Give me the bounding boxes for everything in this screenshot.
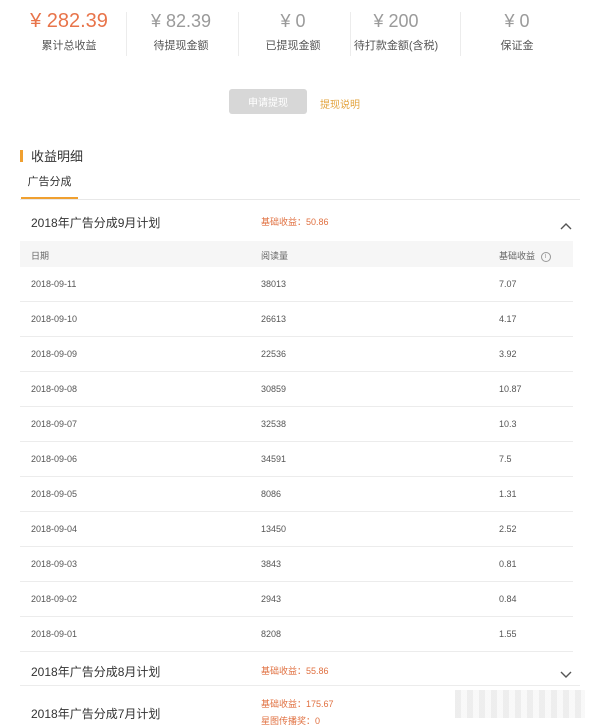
table-row: 2018-09-02 2943 0.84 — [20, 582, 573, 617]
cell-reads: 34591 — [261, 454, 287, 464]
column-header-income-label: 基础收益 — [499, 251, 536, 261]
stat-amount: ¥ 200 — [373, 11, 419, 31]
cell-date: 2018-09-03 — [31, 559, 78, 569]
earnings-summary: ¥ 282.39 累计总收益 ¥ 82.39 待提现金额 ¥ 0 已提现金额 ¥… — [0, 0, 600, 70]
cell-income: 4.17 — [499, 314, 517, 324]
cell-income: 0.81 — [499, 559, 517, 569]
cell-reads: 3843 — [261, 559, 282, 569]
cell-income: 2.52 — [499, 524, 517, 534]
cell-income: 3.92 — [499, 349, 517, 359]
table-row: 2018-09-11 38013 7.07 — [20, 267, 573, 302]
tab-ad-revenue[interactable]: 广告分成 — [21, 173, 78, 199]
accent-bar — [20, 149, 23, 162]
stat-label: 已提现金额 — [265, 40, 321, 52]
cell-date: 2018-09-08 — [31, 384, 78, 394]
table-row: 2018-09-08 30859 10.87 — [20, 372, 573, 407]
table-row: 2018-09-01 8208 1.55 — [20, 617, 573, 652]
stat-amount: ¥ 0 — [280, 11, 306, 31]
cell-income: 10.3 — [499, 419, 517, 429]
column-header-date: 日期 — [31, 251, 50, 261]
plan-income: 基础收益：50.86 — [261, 217, 329, 227]
cell-income: 1.31 — [499, 489, 517, 499]
cell-reads: 8086 — [261, 489, 282, 499]
cell-date: 2018-09-04 — [31, 524, 78, 534]
cell-reads: 22536 — [261, 349, 287, 359]
cell-reads: 13450 — [261, 524, 287, 534]
cell-reads: 26613 — [261, 314, 287, 324]
cell-date: 2018-09-02 — [31, 594, 78, 604]
stat-label: 累计总收益 — [41, 40, 97, 52]
plan-header-august[interactable]: 2018年广告分成8月计划 基础收益：55.86 — [20, 652, 580, 686]
stat-amount: ¥ 282.39 — [30, 10, 108, 32]
column-header-reads: 阅读量 — [261, 251, 289, 261]
chevron-down-icon[interactable] — [560, 666, 572, 678]
cell-reads: 8208 — [261, 629, 282, 639]
cell-date: 2018-09-01 — [31, 629, 78, 639]
table-row: 2018-09-04 13450 2.52 — [20, 512, 573, 547]
table-row: 2018-09-03 3843 0.81 — [20, 547, 573, 582]
stat-deposit: ¥ 0 保证金 — [461, 0, 573, 53]
info-icon[interactable]: i — [540, 251, 551, 262]
cell-date: 2018-09-10 — [31, 314, 78, 324]
stat-label: 保证金 — [500, 40, 534, 52]
plan-title: 2018年广告分成9月计划 — [31, 216, 161, 230]
table-row: 2018-09-09 22536 3.92 — [20, 337, 573, 372]
column-header-income: 基础收益 i — [499, 249, 551, 262]
cell-date: 2018-09-11 — [31, 279, 77, 289]
plan-star-award: 星图传播奖：0 — [261, 716, 321, 726]
section-title: 收益明细 — [20, 146, 83, 165]
cell-income: 10.87 — [499, 384, 522, 394]
cell-date: 2018-09-09 — [31, 349, 78, 359]
cell-reads: 32538 — [261, 419, 287, 429]
table-row: 2018-09-10 26613 4.17 — [20, 302, 573, 337]
table-row: 2018-09-06 34591 7.5 — [20, 442, 573, 477]
withdrawal-rules-link[interactable]: 提现说明 — [320, 96, 360, 111]
plan-income: 基础收益：55.86 — [261, 666, 329, 676]
plan-title: 2018年广告分成7月计划 — [31, 707, 161, 721]
cell-income: 0.84 — [499, 594, 517, 604]
table-row: 2018-09-07 32538 10.3 — [20, 407, 573, 442]
stat-withdrawn: ¥ 0 已提现金额 — [237, 0, 349, 53]
section-title-text: 收益明细 — [31, 149, 84, 164]
stat-pending-withdrawal: ¥ 82.39 待提现金额 — [125, 0, 237, 53]
stat-total-earnings: ¥ 282.39 累计总收益 — [13, 0, 125, 53]
stat-label: 待提现金额 — [153, 40, 209, 52]
cell-date: 2018-09-06 — [31, 454, 78, 464]
stat-amount: ¥ 0 — [504, 11, 530, 31]
table-row: 2018-09-05 8086 1.31 — [20, 477, 573, 512]
stat-pending-payment: ¥ 200 待打款金额(含税) — [340, 0, 452, 53]
chevron-up-icon[interactable] — [560, 217, 572, 230]
stat-label: 待打款金额(含税) — [353, 40, 439, 52]
cell-date: 2018-09-07 — [31, 419, 78, 429]
table-header: 日期 阅读量 基础收益 i — [20, 241, 573, 267]
cell-reads: 38013 — [261, 279, 287, 289]
cell-income: 7.07 — [499, 279, 517, 289]
watermark — [455, 690, 585, 718]
cell-income: 7.5 — [499, 454, 512, 464]
stat-amount: ¥ 82.39 — [150, 11, 212, 31]
cell-reads: 2943 — [261, 594, 282, 604]
cell-date: 2018-09-05 — [31, 489, 78, 499]
plan-income: 基础收益：175.67 — [261, 699, 334, 709]
plan-header-september[interactable]: 2018年广告分成9月计划 基础收益：50.86 — [20, 200, 580, 240]
apply-withdrawal-button[interactable]: 申请提现 — [229, 89, 307, 114]
plan-title: 2018年广告分成8月计划 — [31, 665, 161, 679]
cell-income: 1.55 — [499, 629, 517, 639]
cell-reads: 30859 — [261, 384, 287, 394]
